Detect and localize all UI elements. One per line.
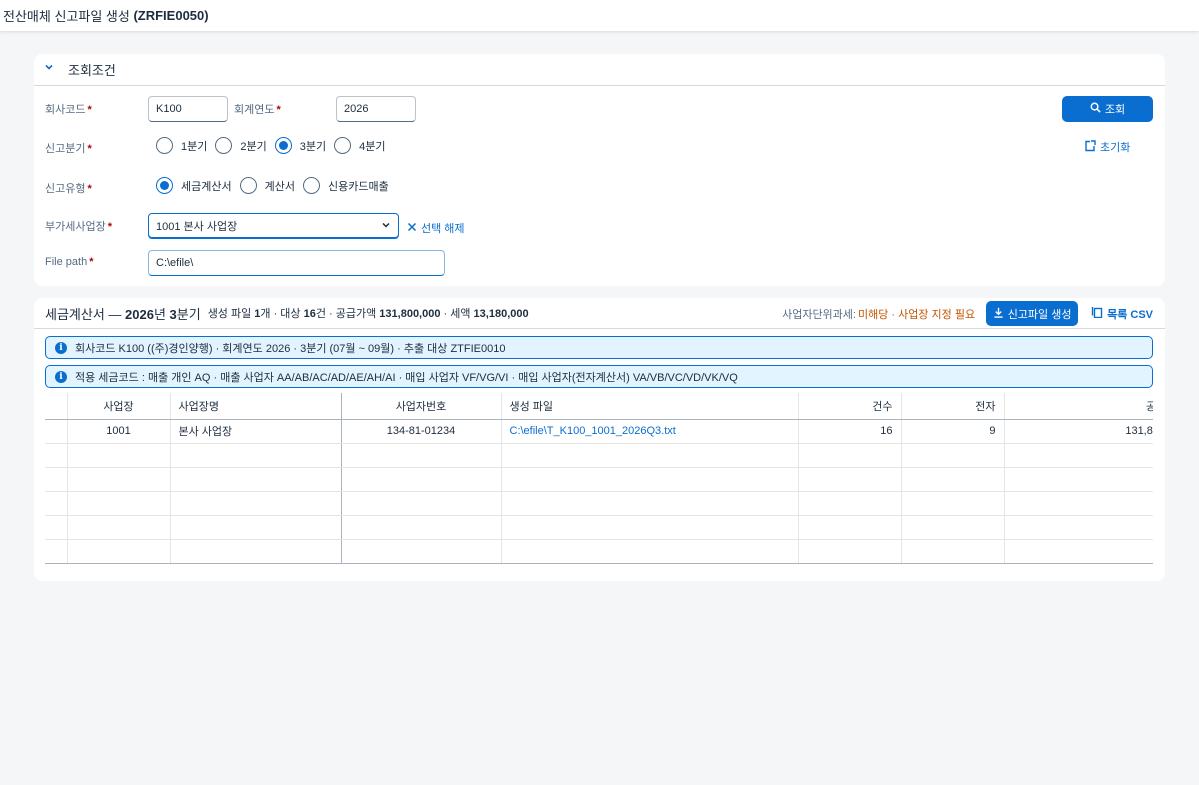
filter-title: 조회조건	[68, 63, 116, 78]
column-header-file[interactable]: 생성 파일	[501, 393, 799, 420]
vat-site-select[interactable]: 1001 본사 사업장	[148, 213, 399, 239]
cell-file-link[interactable]: C:\efile\T_K100_1001_2026Q3.txt	[501, 419, 799, 444]
table-row-empty	[45, 539, 1153, 564]
file-path-input[interactable]: C:\efile\	[148, 250, 445, 276]
table-row-empty	[45, 515, 1153, 540]
info-message-1: i 회사코드 K100 ((주)경인양행) · 회계연도 2026 · 3분기 …	[45, 336, 1153, 359]
filter-header[interactable]: 조회조건	[34, 54, 1165, 86]
report-type-label: 신고유형 *	[45, 183, 92, 195]
table-row[interactable]: 1001 본사 사업장 134-81-01234 C:\efile\T_K100…	[45, 419, 1153, 444]
result-summary: 생성 파일 1개 · 대상 16건 · 공급가액 131,800,000 · 세…	[207, 308, 529, 320]
company-code-label: 회사코드 *	[45, 104, 92, 116]
info-message-2: i 적용 세금코드 : 매출 개인 AQ · 매출 사업자 AA/AB/AC/A…	[45, 365, 1153, 388]
result-header: 세금계산서 — 2026년 3분기 생성 파일 1개 · 대상 16건 · 공급…	[34, 298, 1165, 329]
search-icon	[1090, 102, 1101, 116]
quarter-radio-group: 1분기 2분기 3분기 4분기	[156, 137, 393, 154]
result-title: 세금계산서 — 2026년 3분기	[45, 306, 201, 322]
column-header-electronic[interactable]: 전자	[901, 393, 1005, 420]
column-header-site[interactable]: 사업장	[67, 393, 171, 420]
column-header-count[interactable]: 건수	[798, 393, 902, 420]
fiscal-year-label: 회계연도 *	[234, 104, 281, 116]
column-header-site-name[interactable]: 사업장명	[170, 393, 342, 420]
download-icon	[993, 307, 1004, 321]
cell-site-name: 본사 사업장	[170, 419, 342, 444]
app-title: 전산매체 신고파일 생성	[3, 9, 130, 24]
type-option-tax-invoice[interactable]: 세금계산서	[156, 177, 232, 194]
result-actions: 사업자단위과세: 미해당 · 사업장 지정 필요 신고파일 생성 목록 CSV	[782, 301, 1153, 326]
quarter-option-3[interactable]: 3분기	[274, 137, 326, 154]
csv-export-button[interactable]: 목록 CSV	[1091, 306, 1153, 322]
column-header-supply[interactable]: 공급가액	[1004, 393, 1153, 420]
table-header-row: 사업장 사업장명 사업자번호 생성 파일 건수 전자 공급가액	[45, 393, 1153, 420]
unit-tax-label: 사업자단위과세:	[782, 308, 856, 321]
cell-count: 16	[798, 419, 902, 444]
unit-tax-status: 미해당 · 사업장 지정 필요	[857, 308, 976, 321]
cell-site: 1001	[67, 419, 171, 444]
app-code: (ZRFIE0050)	[133, 8, 209, 23]
chevron-down-icon	[381, 220, 391, 233]
table-row-empty	[45, 491, 1153, 516]
fiscal-year-input[interactable]: 2026	[336, 96, 416, 122]
table-row-empty	[45, 443, 1153, 468]
info-icon: i	[55, 341, 67, 354]
company-code-input[interactable]: K100	[148, 96, 228, 122]
type-option-credit-card[interactable]: 신용카드매출	[302, 177, 389, 194]
selection-column-header	[45, 393, 68, 420]
app-title-bar: 전산매체 신고파일 생성 (ZRFIE0050)	[0, 0, 1199, 31]
search-button[interactable]: 조회	[1062, 96, 1153, 122]
quarter-option-2[interactable]: 2분기	[215, 137, 267, 154]
type-option-invoice[interactable]: 계산서	[239, 177, 295, 194]
result-table: 사업장 사업장명 사업자번호 생성 파일 건수 전자 공급가액 1001 본사 …	[45, 393, 1153, 564]
row-selector[interactable]	[45, 419, 68, 444]
vat-site-label: 부가세사업장 *	[45, 221, 113, 233]
clear-selection-button[interactable]: 선택 해제	[407, 220, 465, 236]
cell-supply: 131,800,000	[1004, 419, 1153, 444]
cell-biz-no: 134-81-01234	[341, 419, 502, 444]
cell-electronic: 9	[901, 419, 1005, 444]
close-icon	[407, 222, 417, 235]
file-path-label: File path *	[45, 256, 94, 268]
quarter-option-4[interactable]: 4분기	[334, 137, 385, 154]
quarter-label: 신고분기 *	[45, 143, 92, 155]
create-file-button[interactable]: 신고파일 생성	[986, 301, 1079, 326]
report-type-radio-group: 세금계산서 계산서 신용카드매출	[156, 177, 397, 194]
export-icon	[1091, 306, 1103, 321]
column-header-biz-no[interactable]: 사업자번호	[341, 393, 502, 420]
result-panel: 세금계산서 — 2026년 3분기 생성 파일 1개 · 대상 16건 · 공급…	[34, 298, 1165, 581]
reset-icon	[1084, 139, 1096, 155]
quarter-option-1[interactable]: 1분기	[156, 137, 207, 154]
filter-panel: 조회조건 회사코드 * K100 회계연도 * 2026 조회 신고분기 * 1분기 …	[34, 54, 1165, 286]
table-row-empty	[45, 467, 1153, 492]
reset-button[interactable]: 초기화	[1084, 139, 1130, 155]
chevron-down-icon[interactable]	[44, 62, 60, 75]
info-icon: i	[55, 370, 67, 383]
